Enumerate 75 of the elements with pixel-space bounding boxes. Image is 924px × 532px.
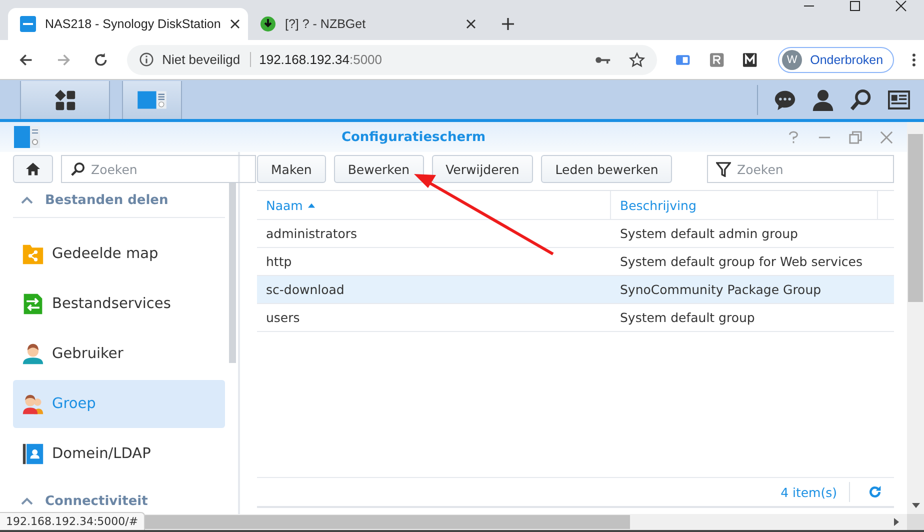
url-text: 192.168.192.34:5000 bbox=[259, 52, 382, 67]
share-folder-icon bbox=[22, 243, 44, 265]
control-panel-button[interactable] bbox=[122, 80, 182, 118]
refresh-icon[interactable] bbox=[868, 485, 882, 499]
security-label: Niet beveiligd bbox=[162, 52, 252, 67]
table-cell-text: sc-download bbox=[265, 282, 346, 297]
chat-icon[interactable] bbox=[774, 88, 796, 110]
info-icon bbox=[139, 52, 154, 67]
new-tab-icon[interactable] bbox=[502, 18, 514, 30]
table-row[interactable]: sc-download SynoCommunity Package Group bbox=[257, 276, 894, 304]
sidebar-item[interactable]: Bestandservices bbox=[13, 280, 225, 328]
group-icon bbox=[22, 393, 44, 415]
close-icon[interactable] bbox=[230, 19, 240, 29]
scrollbar-thumb[interactable] bbox=[145, 515, 630, 529]
sort-ascending-icon bbox=[308, 202, 315, 208]
maximize-icon[interactable] bbox=[849, 0, 861, 12]
filter-box[interactable]: Zoeken bbox=[707, 155, 894, 183]
app-logo-icon bbox=[20, 16, 36, 32]
scroll-down-icon[interactable] bbox=[912, 503, 920, 508]
sidebar-item[interactable]: Gedeelde map bbox=[13, 230, 225, 278]
search-field[interactable]: Zoeken bbox=[91, 157, 247, 181]
table-cell-text: users bbox=[265, 310, 301, 325]
user-icon bbox=[22, 343, 44, 365]
filter-field[interactable]: Zoeken bbox=[737, 157, 885, 181]
scroll-right-icon[interactable] bbox=[894, 518, 899, 526]
toolbar-button[interactable]: Maken bbox=[257, 155, 326, 183]
contact-card-icon bbox=[22, 443, 44, 465]
widgets-icon[interactable] bbox=[888, 88, 910, 110]
table-cell-text: System default admin group bbox=[619, 226, 798, 241]
toolbar-button[interactable]: Bewerken bbox=[334, 155, 424, 183]
download-icon bbox=[260, 16, 276, 32]
home-button[interactable] bbox=[13, 155, 53, 183]
status-url: 192.168.192.34:5000/# bbox=[0, 512, 146, 530]
table-cell-text: System default group for Web services bbox=[619, 254, 862, 269]
address-bar[interactable]: Niet beveiligd 192.168.192.34:5000 bbox=[127, 44, 658, 74]
close-icon[interactable] bbox=[895, 0, 907, 12]
table-cell-text: System default group bbox=[619, 310, 755, 325]
section-header[interactable]: Bestanden delen bbox=[13, 183, 225, 218]
transfer-icon bbox=[22, 293, 44, 315]
control-panel-icon bbox=[137, 88, 167, 110]
restore-icon[interactable] bbox=[849, 130, 862, 144]
table-cell-text: SynoCommunity Package Group bbox=[619, 282, 822, 297]
main-menu-button[interactable] bbox=[20, 80, 110, 118]
window-title: Configuratiescherm bbox=[340, 130, 487, 144]
browser-tab[interactable]: NAS218 - Synology DiskStation bbox=[8, 8, 248, 40]
control-panel-icon bbox=[14, 126, 40, 148]
close-icon[interactable] bbox=[466, 19, 476, 29]
sidebar-item[interactable]: Domein/LDAP bbox=[13, 430, 225, 478]
profile-button[interactable]: W Onderbroken bbox=[778, 46, 894, 72]
table-row[interactable]: administrators System default admin group bbox=[257, 220, 894, 248]
scrollbar-corner bbox=[907, 514, 924, 530]
browser-tab[interactable]: [?] ? - NZBGet bbox=[248, 8, 488, 40]
extension-icon[interactable] bbox=[742, 52, 758, 68]
item-count: 4 item(s) bbox=[780, 484, 837, 500]
scrollbar-thumb[interactable] bbox=[229, 183, 236, 363]
search-icon[interactable] bbox=[850, 88, 872, 110]
help-icon[interactable] bbox=[787, 130, 800, 144]
table-cell-text: http bbox=[265, 254, 293, 269]
toolbar-button[interactable]: Leden bewerken bbox=[541, 155, 672, 183]
toolbar-button[interactable]: Verwijderen bbox=[432, 155, 534, 183]
menu-icon[interactable] bbox=[912, 52, 916, 68]
home-icon bbox=[25, 162, 41, 176]
star-icon[interactable] bbox=[629, 52, 646, 68]
filter-icon bbox=[716, 162, 731, 176]
avatar-initial: W bbox=[782, 50, 802, 70]
user-icon[interactable] bbox=[812, 88, 834, 110]
scrollbar-thumb[interactable] bbox=[908, 134, 923, 302]
table-row[interactable]: users System default group bbox=[257, 304, 894, 332]
section-title: Connectiviteit bbox=[45, 494, 148, 508]
search-box[interactable]: Zoeken bbox=[61, 155, 256, 183]
search-icon bbox=[70, 162, 85, 176]
sidebar-item[interactable]: Gebruiker bbox=[13, 330, 225, 378]
app-grid-icon bbox=[54, 88, 76, 110]
section-title: Bestanden delen bbox=[45, 192, 168, 208]
table-cell-text: administrators bbox=[265, 226, 358, 241]
